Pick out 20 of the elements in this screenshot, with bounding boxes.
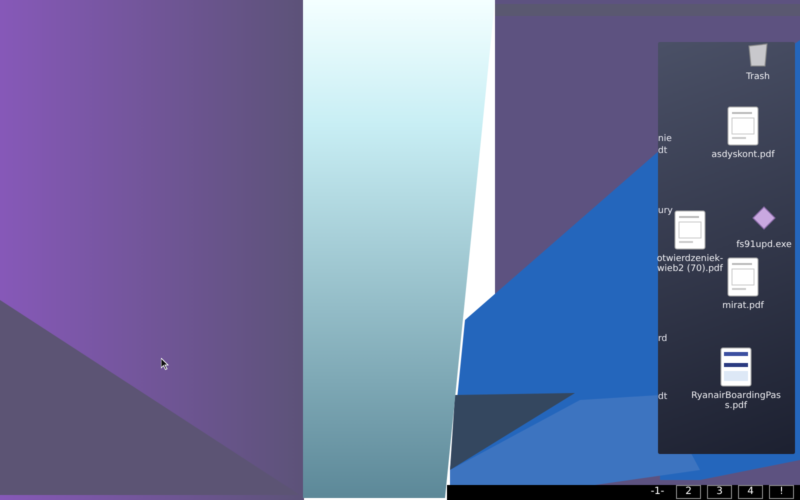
diamond-icon[interactable]: [752, 206, 776, 230]
document-icon[interactable]: [727, 257, 759, 297]
workspace-button[interactable]: !: [769, 485, 794, 499]
document-icon[interactable]: [674, 210, 706, 250]
file-name: Trash: [746, 72, 770, 82]
workspace-button[interactable]: 4: [738, 485, 763, 499]
desktop-icon-label: rd: [658, 334, 668, 344]
file-name: mirat.pdf: [722, 301, 764, 311]
workspace-button[interactable]: 2: [676, 485, 701, 499]
desktop-icon-label: ury: [658, 206, 673, 216]
document-icon[interactable]: [720, 347, 752, 387]
file-name: asdyskont.pdf: [711, 150, 775, 160]
mouse-pointer-icon: [161, 358, 169, 370]
workspace-button[interactable]: 3: [707, 485, 732, 499]
desktop-icon-label: dt: [658, 146, 668, 156]
document-icon[interactable]: [727, 106, 759, 146]
desktop-icon-label: nie: [658, 134, 672, 144]
file-name: fs91upd.exe: [736, 240, 792, 250]
desktop-icon-label: dt: [658, 392, 668, 402]
file-name: RyanairBoardingPas s.pdf: [691, 391, 781, 411]
